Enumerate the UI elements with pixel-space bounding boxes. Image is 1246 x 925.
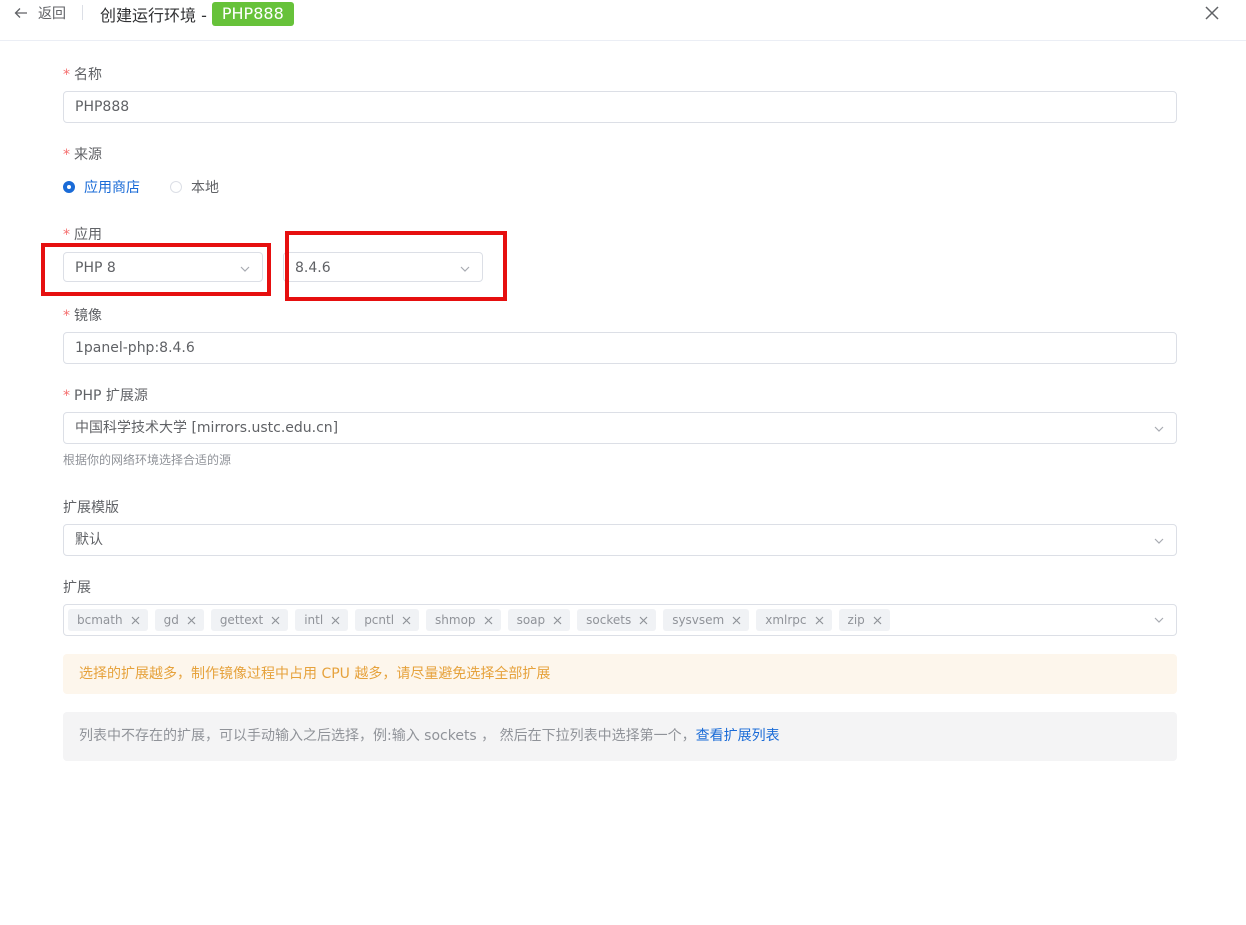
extensions-select[interactable]: bcmath gd gettext intl pcntl shmop soap …	[63, 604, 1177, 636]
close-icon[interactable]	[271, 616, 280, 625]
page-title: 创建运行环境 - PHP888	[100, 2, 294, 26]
extension-tag: shmop	[426, 609, 501, 631]
header-divider	[82, 5, 83, 20]
ext-source-select[interactable]: 中国科学技术大学 [mirrors.ustc.edu.cn]	[63, 412, 1177, 444]
back-label: 返回	[38, 6, 66, 22]
extensions-label: 扩展	[63, 580, 91, 596]
radio-checked-icon	[63, 181, 75, 193]
extension-warning-alert: 选择的扩展越多，制作镜像过程中占用 CPU 越多，请尽量避免选择全部扩展	[63, 654, 1177, 694]
view-extension-list-link[interactable]: 查看扩展列表	[696, 728, 780, 744]
close-icon[interactable]	[732, 616, 741, 625]
close-icon[interactable]	[815, 616, 824, 625]
extension-tag: intl	[295, 609, 349, 631]
ext-template-select[interactable]: 默认	[63, 524, 1177, 556]
extension-tag: gettext	[210, 609, 289, 631]
radio-local[interactable]: 本地	[170, 177, 219, 197]
close-icon[interactable]	[553, 616, 562, 625]
back-button[interactable]: 返回	[14, 4, 66, 22]
extension-tag: zip	[838, 609, 890, 631]
ext-source-label: * PHP 扩展源	[63, 388, 148, 404]
chevron-down-icon	[1154, 426, 1164, 432]
chevron-down-icon	[1154, 538, 1164, 544]
extension-tag: gd	[154, 609, 204, 631]
extension-tag: bcmath	[68, 609, 148, 631]
extension-tag: xmlrpc	[756, 609, 832, 631]
close-icon[interactable]	[484, 616, 493, 625]
extension-info-alert: 列表中不存在的扩展，可以手动输入之后选择，例:输入 sockets ， 然后在下…	[63, 712, 1177, 761]
chevron-down-icon	[1154, 617, 1164, 623]
page-title-text: 创建运行环境 -	[100, 6, 207, 25]
close-icon[interactable]	[131, 616, 140, 625]
radio-app-store[interactable]: 应用商店	[63, 177, 140, 197]
drawer-header: 返回 创建运行环境 - PHP888	[0, 0, 1246, 41]
source-label: * 来源	[63, 147, 102, 163]
image-input[interactable]: 1panel-php:8.4.6	[63, 332, 1177, 364]
extension-tag: soap	[507, 609, 571, 631]
extension-tag: sysvsem	[663, 609, 750, 631]
highlight-box-app	[41, 243, 271, 296]
arrow-left-icon	[14, 8, 27, 18]
close-icon[interactable]	[639, 616, 648, 625]
close-icon[interactable]	[331, 616, 340, 625]
runtime-name-tag: PHP888	[211, 2, 294, 26]
app-label: * 应用	[63, 227, 102, 243]
source-radio-group: 应用商店 本地	[63, 178, 249, 196]
close-icon[interactable]	[187, 616, 196, 625]
close-icon[interactable]	[1204, 5, 1220, 21]
ext-template-label: 扩展模版	[63, 500, 119, 516]
image-label: * 镜像	[63, 308, 102, 324]
extension-info-text: 列表中不存在的扩展，可以手动输入之后选择，例:输入 sockets ， 然后在下…	[79, 728, 696, 744]
extension-tag: sockets	[577, 609, 657, 631]
name-input[interactable]: PHP888	[63, 91, 1177, 123]
radio-unchecked-icon	[170, 181, 182, 193]
extension-tag: pcntl	[355, 609, 420, 631]
close-icon[interactable]	[873, 616, 882, 625]
name-label: * 名称	[63, 67, 102, 83]
highlight-box-version	[285, 231, 507, 301]
ext-source-hint: 根据你的网络环境选择合适的源	[63, 453, 232, 467]
close-icon[interactable]	[402, 616, 411, 625]
